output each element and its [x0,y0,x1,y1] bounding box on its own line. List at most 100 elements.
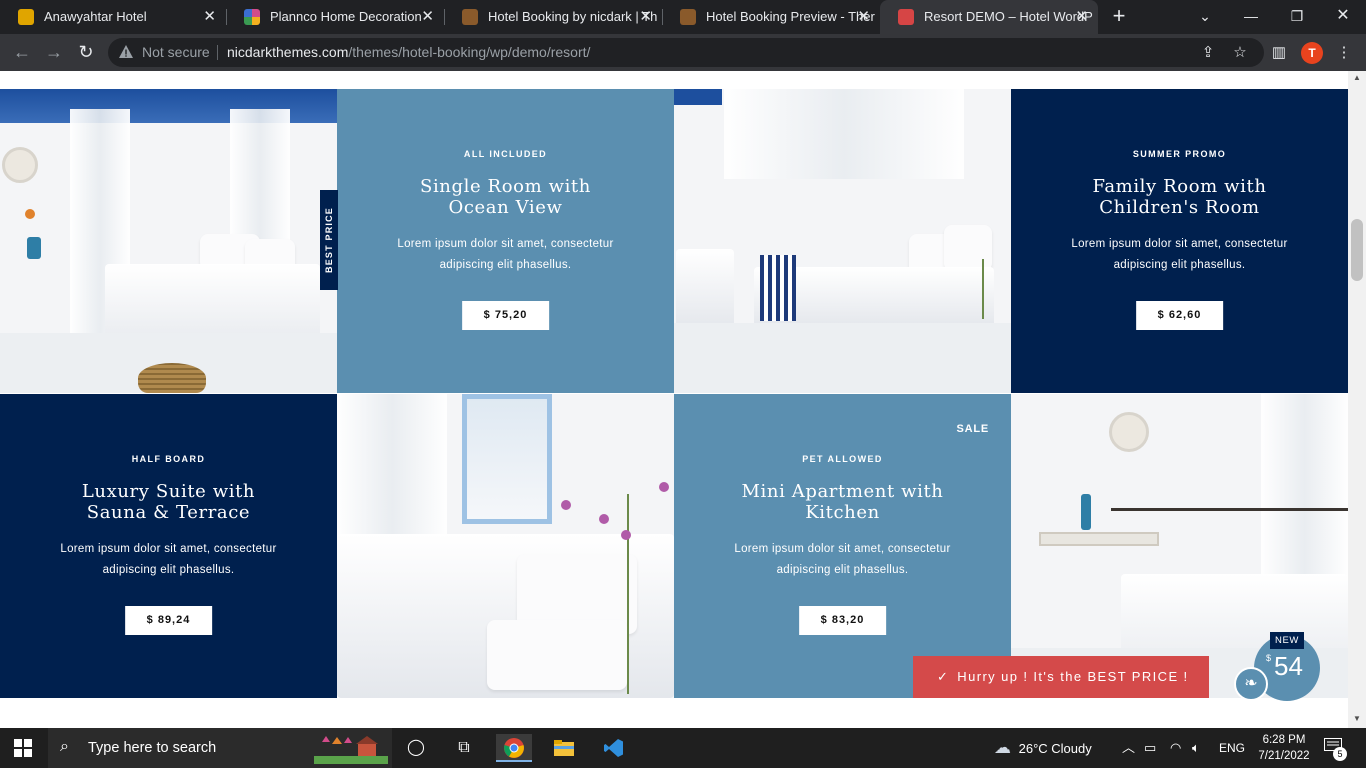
room-card-family-room[interactable]: SUMMER PROMO Family Room with Children's… [1011,89,1348,393]
chrome-taskbar-icon[interactable] [496,734,532,762]
scroll-down-arrow-icon[interactable]: ▼ [1348,714,1366,726]
file-explorer-icon[interactable] [546,734,582,762]
tab-search-chevron-icon[interactable]: ⌄ [1182,0,1228,34]
tab-plannco-home-decoration[interactable]: Plannco Home Decoration ✕ [226,0,444,34]
flower [621,530,631,540]
new-badge: NEW [1270,632,1304,649]
close-window-icon[interactable]: ✕ [1320,0,1366,34]
room-title[interactable]: Family Room with Children's Room [1011,176,1348,218]
reload-icon[interactable]: ↻ [74,40,98,64]
floor [674,323,1011,393]
browser-tab-strip: Anawyahtar Hotel ✕ Plannco Home Decorati… [0,0,1366,34]
room-tag: HALF BOARD [131,454,206,464]
tab-anawyahtar-hotel[interactable]: Anawyahtar Hotel ✕ [0,0,226,34]
best-price-notice[interactable]: ✓ Hurry up ! It's the BEST PRICE ! [913,656,1209,698]
close-icon[interactable]: ✕ [421,0,434,34]
menu-kebab-icon[interactable]: ⋮ [1333,42,1355,64]
room-description: Lorem ipsum dolor sit amet, consectetur … [60,543,277,576]
omnibox-divider [217,45,218,60]
restore-icon[interactable]: ❐ [1274,0,1320,34]
bookmark-star-icon[interactable]: ☆ [1230,43,1250,63]
tab-label: Anawyahtar Hotel [44,9,147,24]
leaf-icon[interactable]: ❧ [1234,667,1268,701]
task-view-icon[interactable]: ⧉ [446,734,482,762]
tab-resort-demo[interactable]: Resort DEMO – Hotel WordP ✕ [880,0,1098,34]
window [462,394,552,524]
best-price-ribbon: BEST PRICE [320,190,338,290]
nicdark-logo-icon [462,9,478,25]
new-tab-button[interactable]: + [1108,0,1130,34]
close-icon[interactable]: ✕ [639,0,652,34]
close-icon[interactable]: ✕ [203,0,216,34]
vase [27,237,41,259]
wall-plate [2,147,38,183]
security-status[interactable]: Not secure [142,38,210,67]
page-viewport: BEST PRICE ALL INCLUDED Single Room with… [0,71,1348,728]
address-bar[interactable]: Not secure nicdarkthemes.com/themes/hote… [108,38,1264,67]
room-price-button[interactable]: $ 89,24 [124,606,213,635]
share-icon[interactable]: ⇪ [1198,43,1218,63]
windows-start-icon[interactable] [14,739,32,757]
room-photo-canopy-bed[interactable] [0,89,337,393]
close-icon[interactable]: ✕ [857,0,870,34]
room-title[interactable]: Single Room with Ocean View [337,176,674,218]
url-path: /themes/hotel-booking/wp/demo/resort/ [348,44,591,60]
weather-widget[interactable]: ☁ 26°C Cloudy [994,728,1092,768]
search-highlight-art-icon [314,736,388,764]
clock-time: 6:28 PM [1262,734,1306,746]
cortana-circle-icon[interactable]: ◯ [398,734,434,762]
room-tag: ALL INCLUDED [463,149,548,159]
battery-icon[interactable]: ▭ [1144,728,1156,768]
room-description: Lorem ipsum dolor sit amet, consectetur … [734,543,951,576]
page-scrollbar[interactable]: ▲ ▼ [1348,71,1366,728]
room-title[interactable]: Luxury Suite with Sauna & Terrace [0,481,337,523]
back-arrow-icon[interactable]: ← [10,40,34,64]
tab-label: Plannco Home Decoration [270,9,422,24]
wifi-icon[interactable]: ◠ [1170,728,1181,768]
notification-center-icon[interactable]: 5 [1324,738,1347,761]
flower [25,209,35,219]
room-photo-pillows-window[interactable] [337,394,674,698]
blue-window-edge [674,89,722,105]
pillow [487,620,627,690]
search-icon: ⌕ [60,738,69,755]
speaker-icon[interactable]: 🔈︎ [1192,728,1200,768]
taskbar-search-box[interactable]: ⌕ Type here to search [48,728,392,768]
room-card-single-room[interactable]: ALL INCLUDED Single Room with Ocean View… [337,89,674,393]
url-host: nicdarkthemes.com [227,44,349,60]
room-price-button[interactable]: $ 75,20 [461,301,550,330]
minimize-icon[interactable]: — [1228,0,1274,34]
tab-hotel-booking-nicdark[interactable]: Hotel Booking by nicdark | Th ✕ [444,0,662,34]
scroll-up-arrow-icon[interactable]: ▲ [1348,73,1366,85]
room-price-button[interactable]: $ 83,20 [798,606,887,635]
pillow [944,225,992,271]
cart-amount: 54 [1274,651,1303,681]
language-indicator[interactable]: ENG [1219,728,1245,768]
pinwheel-icon [244,9,260,25]
side-panel-icon[interactable]: ▥ [1268,42,1290,64]
hidden-icons-chevron-icon[interactable]: ︿ [1122,728,1135,768]
room-price-button[interactable]: $ 62,60 [1135,301,1224,330]
armchair [676,249,734,329]
profile-avatar[interactable]: T [1301,42,1323,64]
room-title[interactable]: Mini Apartment with Kitchen [674,481,1011,523]
flower [659,482,669,492]
wall-plate [1109,412,1149,452]
notification-count: 5 [1333,747,1347,761]
best-price-label: BEST PRICE [324,206,334,274]
room-card-mini-apartment[interactable]: SALE PET ALLOWED Mini Apartment with Kit… [674,394,1011,698]
close-icon[interactable]: ✕ [1075,0,1088,34]
tab-hotel-booking-preview[interactable]: Hotel Booking Preview - Ther ✕ [662,0,880,34]
vscode-icon[interactable] [596,734,632,762]
bed-frame-rail [1111,508,1348,511]
room-card-luxury-suite[interactable]: HALF BOARD Luxury Suite with Sauna & Ter… [0,394,337,698]
taskbar-clock[interactable]: 6:28 PM 7/21/2022 [1250,732,1318,764]
browser-toolbar: ← → ↻ Not secure nicdarkthemes.com/theme… [0,34,1366,71]
search-placeholder: Type here to search [88,740,217,756]
forward-arrow-icon[interactable]: → [42,40,66,64]
room-photo-bedroom-blue-blanket[interactable] [674,89,1011,393]
vscode-logo-icon [604,739,623,757]
scrollbar-thumb[interactable] [1351,219,1363,281]
rooms-grid: BEST PRICE ALL INCLUDED Single Room with… [0,89,1348,698]
url-text[interactable]: nicdarkthemes.com/themes/hotel-booking/w… [227,38,590,67]
